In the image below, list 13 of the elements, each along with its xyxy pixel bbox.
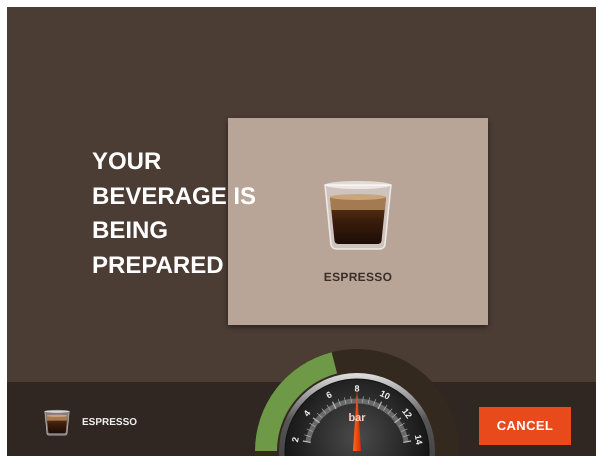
selected-beverage-label: ESPRESSO (82, 416, 138, 428)
gauge-tick-label: 12 (400, 406, 414, 420)
gauge-tick-label: 6 (324, 389, 334, 401)
espresso-cup-icon (44, 408, 70, 436)
gauge-tick-label: 8 (354, 383, 360, 394)
beverage-name: ESPRESSO (324, 270, 392, 284)
gauge-tick-label: 14 (412, 434, 424, 446)
status-heading: YOUR BEVERAGE IS BEING PREPARED (92, 147, 258, 280)
gauge-tick-label: 2 (290, 436, 301, 443)
gauge-tick-label: 4 (301, 408, 312, 418)
cancel-button[interactable]: CANCEL (479, 406, 571, 444)
gauge-tick-label: 10 (378, 388, 392, 402)
espresso-cup-icon (323, 179, 393, 251)
